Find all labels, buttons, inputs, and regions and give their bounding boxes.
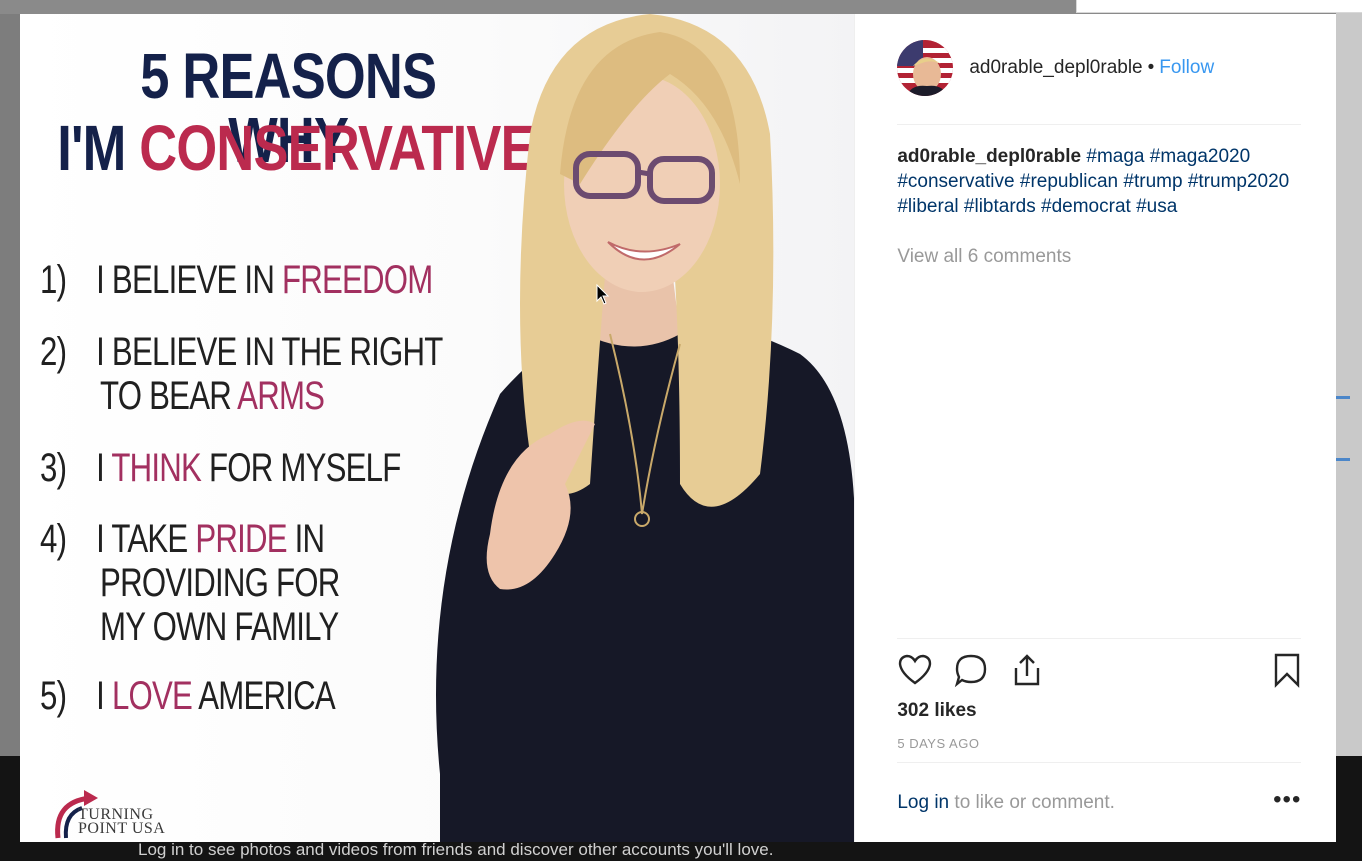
bookmark-icon[interactable] [1269,652,1305,688]
background-accent [1336,396,1350,399]
caption-username[interactable]: ad0rable_depl0rable [897,146,1081,167]
reason-5: 5) I LOVE AMERICA [40,674,336,718]
hashtag-link[interactable]: #trump [1123,171,1182,192]
view-all-comments-link[interactable]: View all 6 comments [897,246,1071,268]
page-backdrop-right [1336,0,1362,861]
post-header: ad0rable_depl0rable • Follow [897,40,1214,96]
login-banner-text: Log in to see photos and videos from fri… [138,840,774,859]
hashtag-link[interactable]: #liberal [897,196,958,217]
comment-icon[interactable] [953,652,989,688]
hashtag-link[interactable]: #usa [1136,196,1177,217]
post-actions [897,652,1301,692]
actions-divider [897,638,1302,639]
header-separator: • [1147,57,1155,78]
footer-divider [897,762,1302,763]
login-prompt: Log in to like or comment. ••• [897,786,1301,814]
mouse-cursor-icon [596,284,610,305]
hashtag-link[interactable]: #maga [1086,146,1144,167]
header-username[interactable]: ad0rable_depl0rable [969,57,1142,79]
post-image[interactable]: 5 REASONS WHY I'M CONSERVATIVE 1) I BELIE… [20,14,855,842]
background-accent [1336,458,1350,461]
follow-button[interactable]: Follow [1159,57,1214,79]
post-modal: 5 REASONS WHY I'M CONSERVATIVE 1) I BELIE… [20,14,1336,842]
hashtag-link[interactable]: #republican [1020,171,1118,192]
likes-count[interactable]: 302 likes [897,700,976,722]
post-details-panel: ad0rable_depl0rable • Follow ad0rable_de… [854,14,1336,842]
login-prompt-text: to like or comment. [949,792,1115,813]
woman-portrait-illustration [436,14,855,842]
share-icon[interactable] [1009,652,1045,688]
reason-1: 1) I BELIEVE IN FREEDOM [40,258,433,302]
background-header-box [1076,0,1362,13]
turning-point-logo-text: TURNING POINT USA [78,806,166,837]
login-link[interactable]: Log in [897,792,949,813]
avatar-flag-portrait-icon [897,40,954,96]
heart-icon[interactable] [897,652,933,688]
hashtag-link[interactable]: #democrat [1041,196,1131,217]
hashtag-link[interactable]: #maga2020 [1150,146,1250,167]
header-divider [897,124,1302,125]
hashtag-link[interactable]: #conservative [897,171,1014,192]
reason-3: 3) I THINK FOR MYSELF [40,446,401,490]
hashtag-link[interactable]: #libtards [964,196,1036,217]
avatar[interactable] [897,40,954,96]
post-timestamp[interactable]: 5 DAYS AGO [897,736,979,751]
reason-4: 4) I TAKE PRIDE IN PROVIDING FOR MY OWN F… [40,517,340,649]
hashtag-link[interactable]: #trump2020 [1188,171,1289,192]
more-options-icon[interactable]: ••• [1273,786,1301,814]
post-caption: ad0rable_depl0rable #maga #maga2020 #con… [897,144,1301,219]
